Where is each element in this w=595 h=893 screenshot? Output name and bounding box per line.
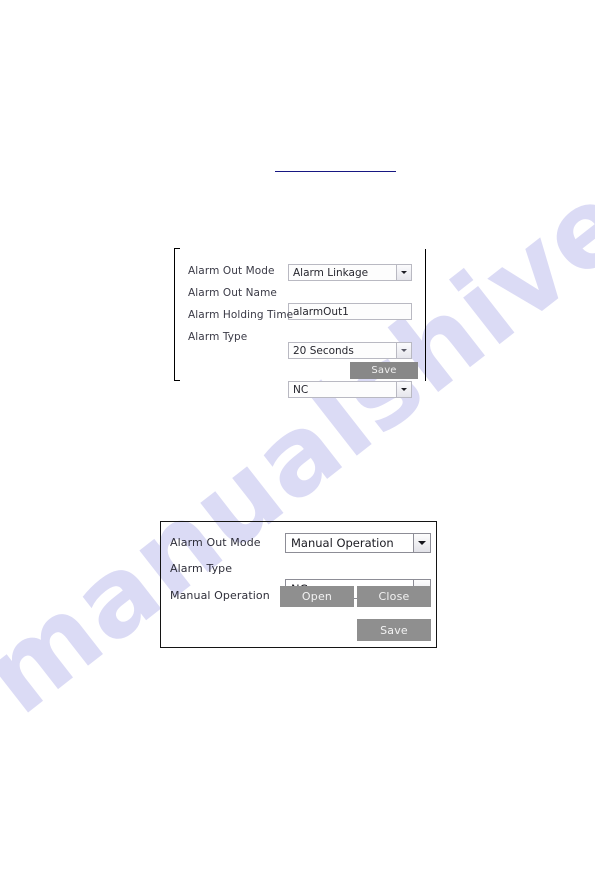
document-page: manualshive.com Alarm Out Mode Alarm Lin… xyxy=(0,0,595,893)
label-alarm-out-mode: Alarm Out Mode xyxy=(188,265,275,277)
label-alarm-type-manual: Alarm Type xyxy=(170,562,233,575)
label-alarm-type: Alarm Type xyxy=(188,331,248,343)
row-alarm-out-mode-manual: Alarm Out Mode xyxy=(170,536,261,549)
chevron-down-icon[interactable] xyxy=(413,534,430,552)
save-button-manual[interactable]: Save xyxy=(357,619,431,641)
caret-glyph xyxy=(401,349,407,352)
row-manual-operation: Manual Operation xyxy=(170,589,270,602)
caret-glyph xyxy=(401,388,407,391)
alarm-linkage-panel: Alarm Out Mode Alarm Linkage Alarm Out N… xyxy=(173,247,426,398)
chevron-down-icon[interactable] xyxy=(396,382,411,397)
caret-glyph xyxy=(401,271,407,274)
row-alarm-type: Alarm Type xyxy=(188,331,247,343)
save-button[interactable]: Save xyxy=(350,362,418,379)
row-alarm-type-manual: Alarm Type xyxy=(170,562,232,575)
select-alarm-out-mode-manual[interactable]: Manual Operation xyxy=(285,533,431,553)
chevron-down-icon[interactable] xyxy=(396,343,411,358)
close-button[interactable]: Close xyxy=(357,586,431,607)
open-button[interactable]: Open xyxy=(280,586,354,607)
value-alarm-out-mode: Alarm Linkage xyxy=(293,266,369,279)
value-alarm-holding-time: 20 Seconds xyxy=(293,344,354,357)
caret-glyph xyxy=(418,541,426,545)
label-alarm-out-name: Alarm Out Name xyxy=(188,287,277,299)
value-alarm-out-mode-manual: Manual Operation xyxy=(291,536,394,550)
select-alarm-out-mode[interactable]: Alarm Linkage xyxy=(288,264,412,281)
row-alarm-holding-time: Alarm Holding Time xyxy=(188,309,293,321)
label-alarm-out-mode-manual: Alarm Out Mode xyxy=(170,536,261,549)
select-alarm-type[interactable]: NC xyxy=(288,381,412,398)
label-manual-operation: Manual Operation xyxy=(170,589,270,602)
value-alarm-type: NC xyxy=(293,383,309,396)
input-alarm-out-name[interactable]: alarmOut1 xyxy=(288,303,412,320)
row-alarm-out-name: Alarm Out Name xyxy=(188,287,277,299)
bracket-stub-top xyxy=(173,247,180,249)
select-alarm-holding-time[interactable]: 20 Seconds xyxy=(288,342,412,359)
bracket-stub-bottom xyxy=(173,380,180,381)
horizontal-rule xyxy=(275,171,396,172)
row-alarm-out-mode: Alarm Out Mode xyxy=(188,265,275,277)
manual-operation-panel: Alarm Out Mode Manual Operation Alarm Ty… xyxy=(160,521,437,648)
value-alarm-out-name: alarmOut1 xyxy=(293,305,349,318)
chevron-down-icon[interactable] xyxy=(396,265,411,280)
label-alarm-holding-time: Alarm Holding Time xyxy=(188,309,294,321)
